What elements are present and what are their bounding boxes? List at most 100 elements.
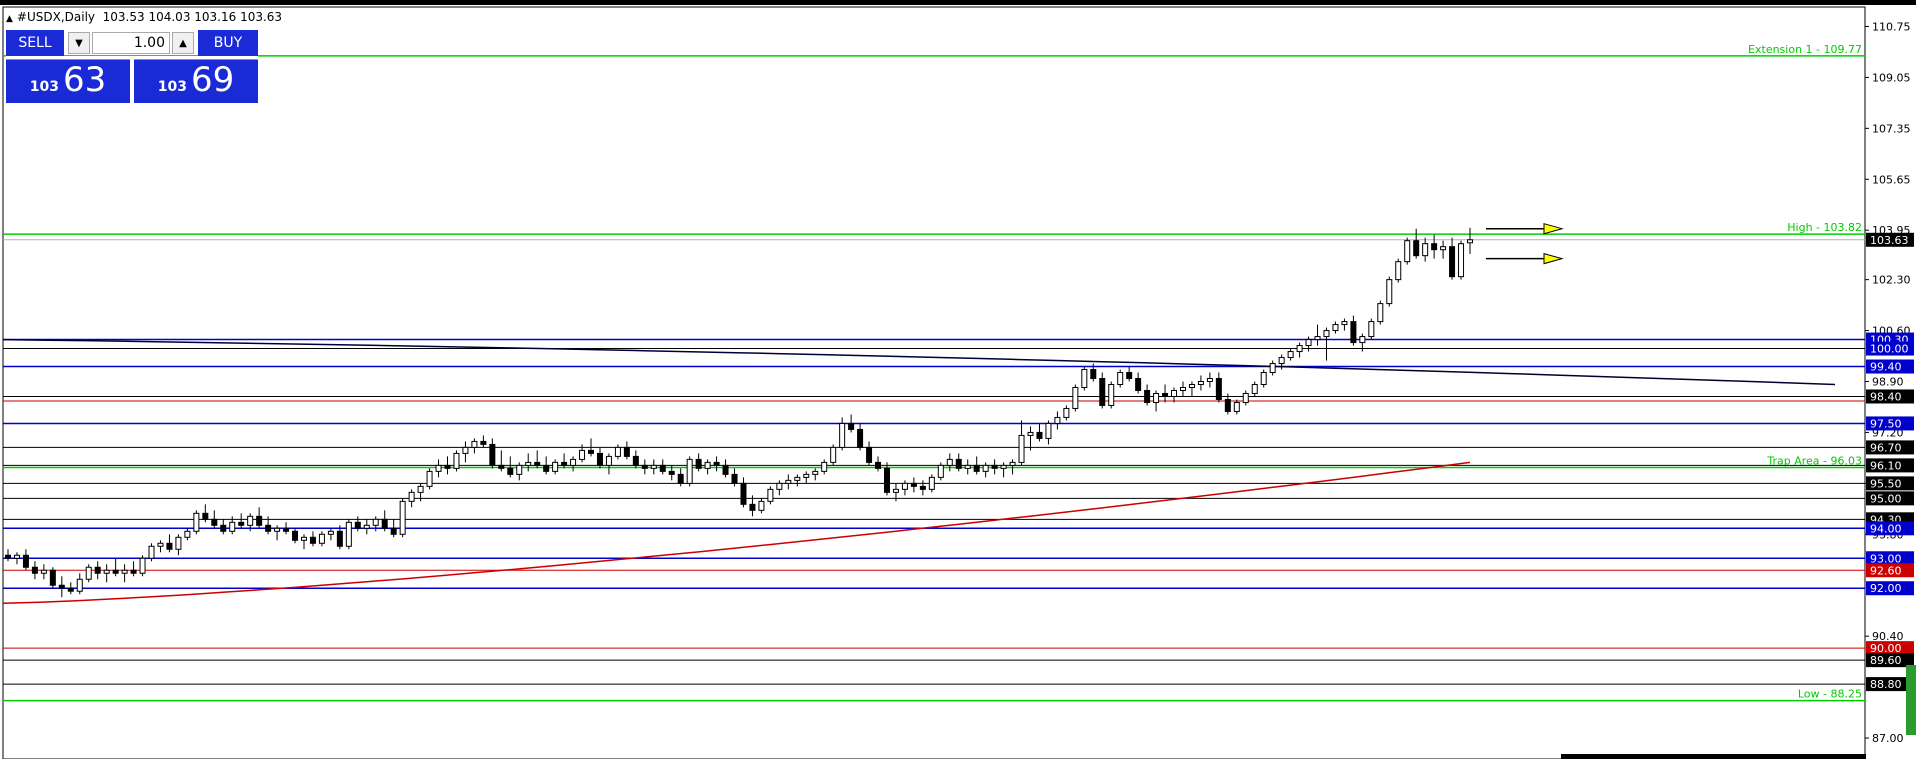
candle-body[interactable] [543,464,550,472]
candle-body[interactable] [516,464,523,475]
candle-body[interactable] [229,521,236,532]
candle-body[interactable] [1413,240,1420,257]
candle-body[interactable] [408,491,415,502]
candle-body[interactable] [1197,381,1204,385]
sell-button[interactable]: SELL [6,30,64,56]
candle-body[interactable] [883,467,890,493]
candle-body[interactable] [444,464,451,469]
candle-body[interactable] [390,527,397,535]
candle-body[interactable] [839,422,846,448]
candle-body[interactable] [848,422,855,430]
candle-body[interactable] [1018,434,1025,463]
candle-body[interactable] [292,530,299,541]
candle-body[interactable] [821,461,828,472]
candle-body[interactable] [623,446,630,457]
candle-body[interactable] [372,518,379,526]
bottom-scrollbar[interactable] [1561,754,1866,759]
candle-body[interactable] [1153,392,1160,403]
candle-body[interactable] [1099,378,1106,406]
candle-body[interactable] [1269,363,1276,374]
candle-body[interactable] [740,482,747,505]
candle-body[interactable] [749,503,756,511]
candle-body[interactable] [1323,330,1330,338]
candle-body[interactable] [1377,303,1384,323]
candle-body[interactable] [49,569,56,586]
candle-body[interactable] [758,500,765,511]
candle-body[interactable] [830,446,837,463]
candle-body[interactable] [417,485,424,493]
candle-body[interactable] [1359,336,1366,344]
candle-body[interactable] [220,524,227,532]
candle-body[interactable] [1063,407,1070,418]
candle-body[interactable] [1314,336,1321,341]
candle-body[interactable] [1162,392,1169,397]
candle-body[interactable] [1036,431,1043,439]
candle-body[interactable] [193,512,200,532]
candle-body[interactable] [928,476,935,490]
candle-body[interactable] [767,488,774,502]
candle-body[interactable] [552,461,559,472]
candle-body[interactable] [982,464,989,472]
candle-body[interactable] [139,557,146,574]
candle-body[interactable] [1242,392,1249,403]
candle-body[interactable] [202,512,209,520]
candle-body[interactable] [596,452,603,466]
candle-body[interactable] [731,473,738,484]
candle-body[interactable] [211,518,218,526]
candle-body[interactable] [605,455,612,466]
candle-body[interactable] [875,461,882,469]
candle-body[interactable] [1045,422,1052,439]
candle-body[interactable] [1260,372,1267,385]
buy-price-button[interactable]: 103 69 [134,59,258,103]
candle-body[interactable] [471,440,478,448]
candle-body[interactable] [910,482,917,487]
candle-body[interactable] [76,578,83,592]
candle-body[interactable] [148,545,155,559]
candle-body[interactable] [1404,240,1411,263]
candle-body[interactable] [1206,378,1213,383]
candle-body[interactable] [336,530,343,547]
candle-body[interactable] [22,554,29,568]
candle-body[interactable] [937,464,944,478]
candle-body[interactable] [1072,386,1079,409]
candle-body[interactable] [435,464,442,472]
candle-body[interactable] [112,569,119,574]
candle-body[interactable] [85,566,92,580]
candle-body[interactable] [1233,401,1240,412]
candle-body[interactable] [453,452,460,469]
candle-body[interactable] [946,458,953,466]
candle-body[interactable] [1135,378,1142,391]
candle-body[interactable] [345,521,352,547]
candle-body[interactable] [614,446,621,457]
candle-body[interactable] [5,554,11,559]
candle-body[interactable] [525,461,532,466]
candle-body[interactable] [1081,369,1088,388]
candle-body[interactable] [892,488,899,493]
candle-body[interactable] [1296,345,1303,353]
candle-body[interactable] [785,479,792,484]
candle-body[interactable] [955,458,962,469]
candle-body[interactable] [1027,431,1034,436]
candle-body[interactable] [1422,243,1429,257]
candle-body[interactable] [247,515,254,526]
candle-body[interactable] [1215,378,1222,400]
candle-body[interactable] [1305,339,1312,347]
candle-body[interactable] [1000,464,1007,469]
candle-body[interactable] [318,533,325,544]
candle-body[interactable] [1054,416,1061,424]
candle-body[interactable] [480,440,487,445]
candle-body[interactable] [1386,279,1393,305]
candle-body[interactable] [901,482,908,490]
candle-body[interactable] [570,458,577,466]
candle-body[interactable] [695,458,702,469]
candle-body[interactable] [704,461,711,469]
candle-body[interactable] [130,569,137,574]
candle-body[interactable] [103,569,110,574]
candle-body[interactable] [991,464,998,469]
candle-body[interactable] [1126,372,1133,380]
candle-body[interactable] [166,542,173,550]
candle-body[interactable] [1278,357,1285,365]
candle-body[interactable] [1144,389,1151,403]
candle-body[interactable] [1395,261,1402,281]
candle-body[interactable] [283,527,290,532]
